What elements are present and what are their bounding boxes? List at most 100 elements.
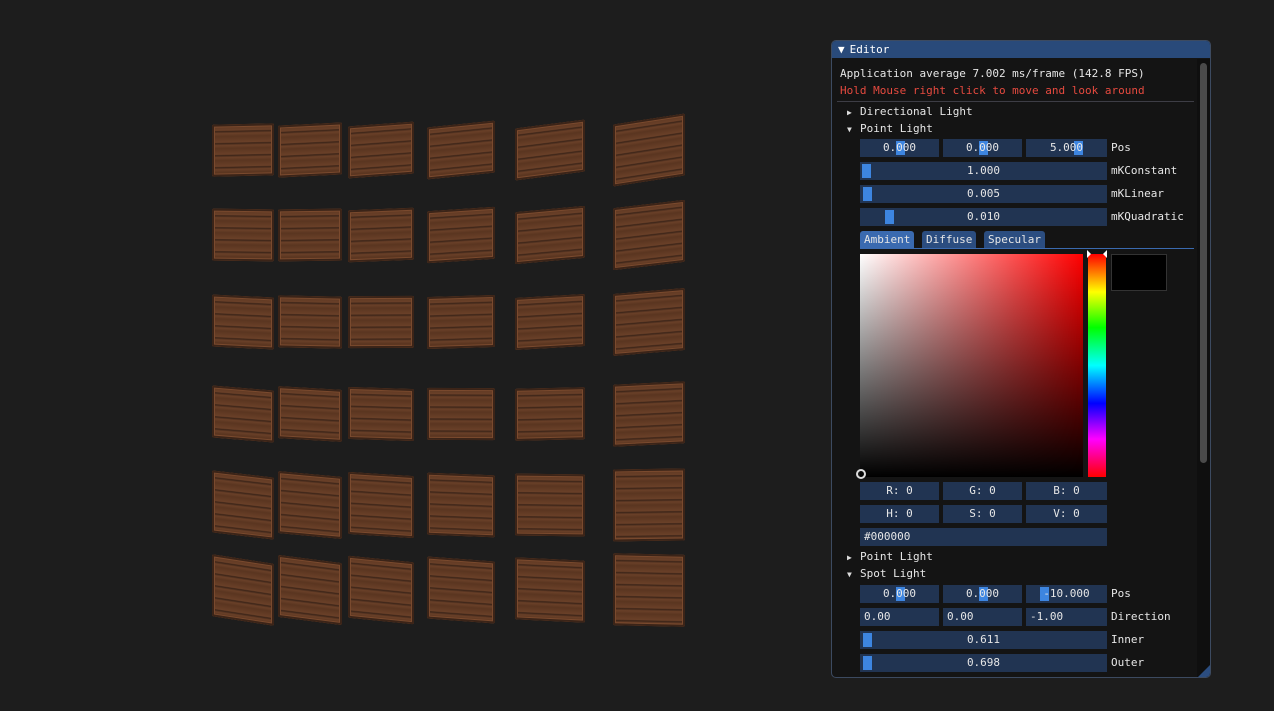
crate	[515, 294, 585, 350]
red-field[interactable]: R: 0	[860, 482, 939, 500]
hint-text: Hold Mouse right click to move and look …	[840, 84, 1145, 97]
crate	[212, 470, 274, 540]
crate	[515, 473, 585, 537]
crate	[427, 387, 495, 441]
scrollbar[interactable]	[1197, 59, 1210, 677]
hue-field[interactable]: H: 0	[860, 505, 939, 523]
point-pos-label: Pos	[1111, 141, 1131, 154]
point-pos-x[interactable]: 0.000	[860, 139, 939, 157]
spot-pos-y[interactable]: 0.000	[943, 585, 1022, 603]
color-tab-bar: Ambient Diffuse Specular	[860, 231, 1198, 249]
editor-title-bar[interactable]: ▼ Editor	[832, 41, 1210, 58]
crate	[613, 288, 685, 356]
window-title: Editor	[849, 43, 890, 56]
crate	[613, 381, 685, 447]
hue-marker-left-icon	[1087, 250, 1091, 258]
crate	[212, 385, 274, 443]
hue-marker-right-icon	[1103, 250, 1107, 258]
quadratic-label: mKQuadratic	[1111, 210, 1184, 223]
tree-point-light-2[interactable]: ▶ Point Light	[847, 550, 933, 564]
crate	[278, 122, 342, 178]
saturation-field[interactable]: S: 0	[943, 505, 1022, 523]
expanded-arrow-icon: ▼	[847, 125, 852, 134]
separator	[837, 101, 1194, 102]
tab-underline	[860, 248, 1194, 249]
picker-cursor[interactable]	[856, 469, 866, 479]
slider-grab[interactable]	[885, 210, 894, 224]
crate	[278, 208, 342, 262]
crate	[515, 119, 585, 181]
crate	[212, 123, 274, 177]
crate	[348, 555, 414, 625]
color-preview-swatch[interactable]	[1111, 254, 1167, 291]
expanded-arrow-icon: ▼	[847, 570, 852, 579]
crate	[613, 199, 685, 271]
direction-label: Direction	[1111, 610, 1171, 623]
outer-slider[interactable]: 0.698	[860, 654, 1107, 672]
resize-grip-icon[interactable]	[1198, 665, 1210, 677]
spot-pos-x[interactable]: 0.000	[860, 585, 939, 603]
hue-slider[interactable]	[1087, 250, 1107, 477]
crate	[212, 294, 274, 350]
collapsed-arrow-icon: ▶	[847, 553, 852, 562]
crate	[515, 557, 585, 623]
crate	[613, 553, 685, 627]
slider-grab[interactable]	[863, 187, 872, 201]
linear-label: mKLinear	[1111, 187, 1164, 200]
editor-window[interactable]: ▼ Editor Application average 7.002 ms/fr…	[831, 40, 1211, 678]
saturation-value-picker[interactable]	[856, 254, 1083, 479]
slider-grab[interactable]	[862, 164, 871, 178]
constant-label: mKConstant	[1111, 164, 1178, 177]
viewport-3d[interactable]	[0, 0, 820, 711]
direction-x[interactable]: 0.00	[860, 608, 939, 626]
tree-spot-light[interactable]: ▼ Spot Light	[847, 567, 926, 581]
tree-point-light[interactable]: ▼ Point Light	[847, 122, 933, 136]
hex-field[interactable]: #000000	[860, 528, 1107, 546]
collapse-arrow-icon[interactable]: ▼	[838, 41, 845, 58]
value-field[interactable]: V: 0	[1026, 505, 1107, 523]
crate	[278, 471, 342, 539]
point-quadratic-slider[interactable]: 0.010	[860, 208, 1107, 226]
crate	[278, 295, 342, 349]
point-constant-slider[interactable]: 1.000	[860, 162, 1107, 180]
spot-pos-label: Pos	[1111, 587, 1131, 600]
crate	[212, 208, 274, 262]
direction-z[interactable]: -1.00	[1026, 608, 1107, 626]
crate	[348, 471, 414, 539]
slider-grab[interactable]	[863, 633, 872, 647]
collapsed-arrow-icon: ▶	[847, 108, 852, 117]
point-pos-y[interactable]: 0.000	[943, 139, 1022, 157]
crate	[427, 294, 495, 350]
spot-pos-z[interactable]: -10.000	[1026, 585, 1107, 603]
crate	[613, 113, 685, 187]
point-linear-slider[interactable]: 0.005	[860, 185, 1107, 203]
crate	[348, 207, 414, 263]
direction-y[interactable]: 0.00	[943, 608, 1022, 626]
crate	[348, 121, 414, 179]
crate	[348, 386, 414, 442]
inner-slider[interactable]: 0.611	[860, 631, 1107, 649]
crate	[427, 120, 495, 180]
tree-directional-light[interactable]: ▶ Directional Light	[847, 105, 973, 119]
slider-grab[interactable]	[863, 656, 872, 670]
green-field[interactable]: G: 0	[943, 482, 1022, 500]
crate	[427, 472, 495, 538]
crate	[278, 554, 342, 626]
crate	[348, 295, 414, 349]
crate	[427, 206, 495, 264]
point-pos-z[interactable]: 5.000	[1026, 139, 1107, 157]
crate	[427, 556, 495, 624]
blue-field[interactable]: B: 0	[1026, 482, 1107, 500]
crate	[613, 468, 685, 542]
scrollbar-grab[interactable]	[1200, 63, 1207, 463]
tab-ambient[interactable]: Ambient	[860, 231, 915, 248]
crate	[515, 387, 585, 441]
crate	[515, 205, 585, 265]
tab-specular[interactable]: Specular	[984, 231, 1045, 248]
crate	[278, 386, 342, 442]
tab-diffuse[interactable]: Diffuse	[922, 231, 977, 248]
outer-label: Outer	[1111, 656, 1145, 669]
editor-content: Application average 7.002 ms/frame (142.…	[832, 59, 1198, 677]
crate	[212, 554, 274, 626]
inner-label: Inner	[1111, 633, 1145, 646]
